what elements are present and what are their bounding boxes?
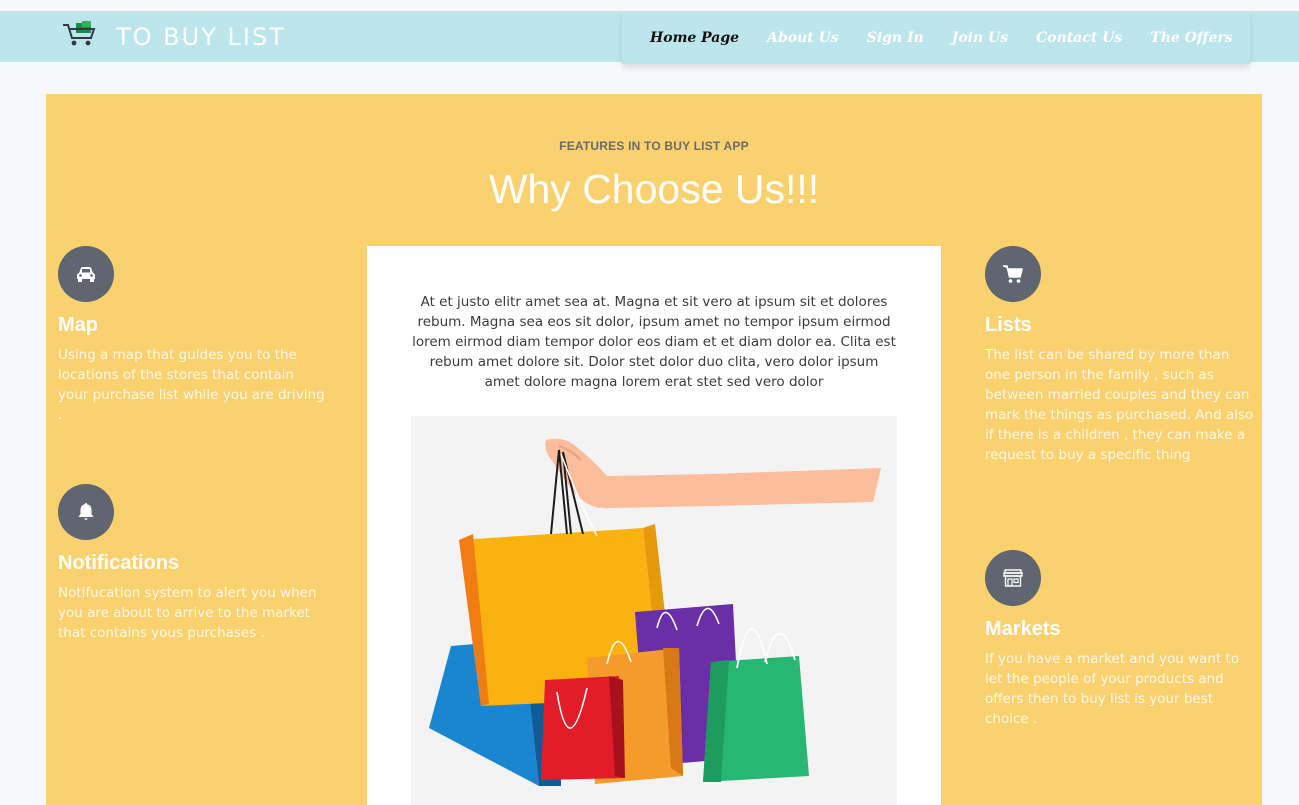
feature-title: Lists [985,314,1032,336]
car-icon [58,246,114,302]
card-description: At et justo elitr amet sea at. Magna et … [412,294,896,390]
top-bar: TO BUY LIST Home Page About Us Sign In J… [0,11,1299,64]
section-eyebrow: FEATURES IN TO BUY LIST APP [559,139,749,153]
feature-map: Map Using a map that guides you to the l… [58,246,328,425]
nav-join-us[interactable]: Join Us [952,30,1008,46]
shopping-bags-illustration [411,416,897,805]
section-title: Why Choose Us!!! [488,166,820,212]
feature-description: If you have a market and you want to let… [985,651,1240,727]
feature-title: Markets [985,618,1061,640]
feature-notifications: Notifications Notifucation system to ale… [58,484,328,643]
nav-sign-in[interactable]: Sign In [867,30,924,46]
feature-lists: Lists The list can be shared by more tha… [985,246,1255,465]
brand-name: TO BUY LIST [116,22,286,51]
main-nav: Home Page About Us Sign In Join Us Conta… [622,11,1250,64]
center-card: At et justo elitr amet sea at. Magna et … [367,246,941,805]
nav-home-page[interactable]: Home Page [650,30,739,46]
store-icon [985,550,1041,606]
cart-icon [985,246,1041,302]
feature-description: Notifucation system to alert you when yo… [58,585,317,641]
feature-description: Using a map that guides you to the locat… [58,347,325,423]
feature-description: The list can be shared by more than one … [985,347,1254,463]
feature-title: Notifications [58,552,180,574]
bell-icon [58,484,114,540]
nav-the-offers[interactable]: The Offers [1150,30,1232,46]
shopping-cart-icon [62,21,98,52]
nav-contact-us[interactable]: Contact Us [1036,30,1122,46]
feature-title: Map [58,314,98,336]
feature-markets: Markets If you have a market and you wan… [985,550,1255,729]
brand[interactable]: TO BUY LIST [62,11,286,62]
features-section: FEATURES IN TO BUY LIST APP Why Choose U… [46,94,1262,805]
nav-about-us[interactable]: About Us [767,30,839,46]
